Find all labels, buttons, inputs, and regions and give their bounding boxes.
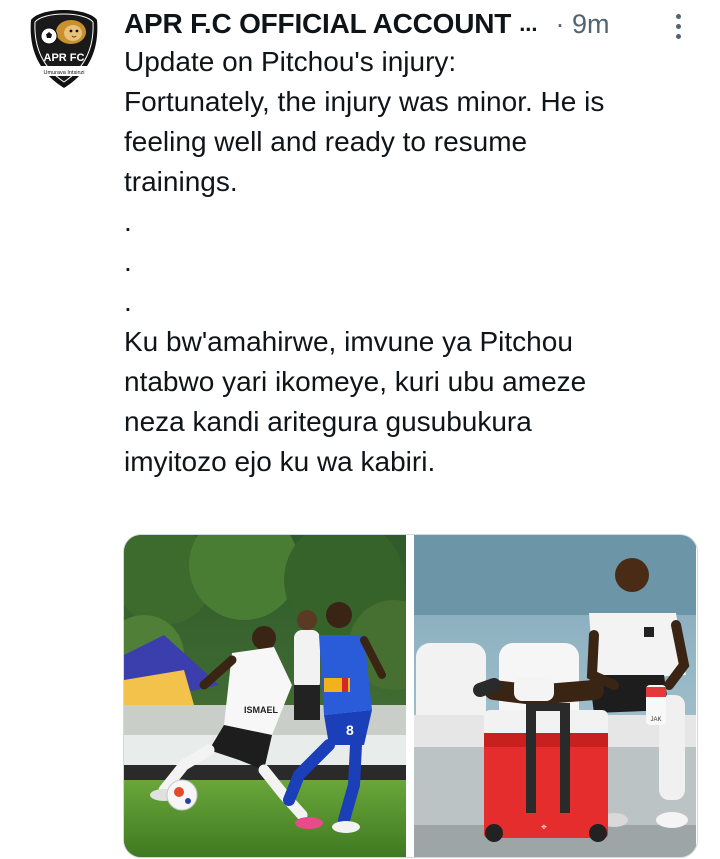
text-line: trainings.: [124, 166, 238, 197]
tweet-header: APR F.C OFFICIAL ACCOUNT ... · 9m: [124, 6, 694, 42]
text-line: .: [124, 286, 132, 317]
media-photo-1[interactable]: ISMAEL 8: [124, 535, 406, 857]
name-truncation: ...: [519, 11, 538, 36]
more-vertical-icon[interactable]: [672, 12, 686, 42]
tweet[interactable]: APR FC Umurava Intsinzi APR F.C OFFICIAL…: [0, 0, 720, 859]
media-photo-2[interactable]: JAK ⌖: [414, 535, 696, 857]
player-resting-photo-icon: JAK ⌖: [414, 535, 696, 857]
text-line: Ku bw'amahirwe, imvune ya Pitchou: [124, 326, 573, 357]
svg-text:⌖: ⌖: [541, 822, 547, 833]
avatar-logo-text: APR FC: [44, 52, 85, 64]
media-grid: ISMAEL 8 JAK ⌖: [123, 534, 698, 858]
text-line: feeling well and ready to resume: [124, 126, 528, 157]
text-line: imyitozo ejo ku wa kabiri.: [124, 446, 436, 477]
football-match-photo-icon: ISMAEL 8: [124, 535, 406, 857]
jersey-number-text: 8: [346, 722, 354, 738]
text-line: .: [124, 206, 132, 237]
bottle-text: JAK: [650, 717, 661, 723]
text-line: .: [124, 246, 132, 277]
text-line: Fortunately, the injury was minor. He is: [124, 86, 605, 117]
text-line: ntabwo yari ikomeye, kuri ubu ameze: [124, 366, 587, 397]
jersey-name-text: ISMAEL: [244, 705, 279, 715]
tweet-text: Update on Pitchou's injury: Fortunately,…: [124, 42, 694, 482]
timestamp[interactable]: · 9m: [556, 6, 610, 42]
author-name[interactable]: APR F.C OFFICIAL ACCOUNT: [124, 6, 511, 42]
text-line: Update on Pitchou's injury:: [124, 46, 457, 77]
avatar-motto-text: Umurava Intsinzi: [44, 70, 85, 76]
text-line: neza kandi aritegura gusubukura: [124, 406, 532, 437]
apr-fc-logo-avatar[interactable]: APR FC Umurava Intsinzi: [27, 8, 101, 90]
